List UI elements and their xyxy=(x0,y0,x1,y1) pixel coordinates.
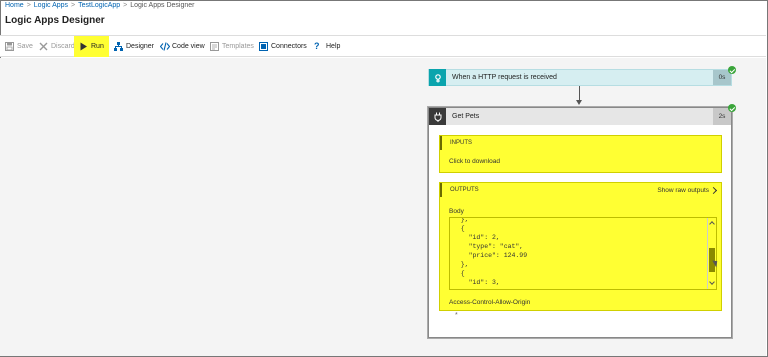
save-button[interactable]: Save xyxy=(5,36,33,56)
header-label-acao: Access-Control-Allow-Origin xyxy=(449,299,531,306)
breadcrumb-separator: > xyxy=(123,2,128,9)
trigger-title: When a HTTP request is received xyxy=(452,74,557,81)
scroll-up-icon[interactable] xyxy=(709,221,715,227)
breadcrumb-current: Logic Apps Designer xyxy=(130,2,195,9)
scroll-down-icon[interactable] xyxy=(709,279,715,285)
breadcrumb-logic-apps[interactable]: Logic Apps xyxy=(34,2,68,9)
designer-button[interactable]: Designer xyxy=(114,36,154,56)
inputs-section: INPUTS Click to download xyxy=(439,135,722,173)
connectors-button[interactable]: Connectors xyxy=(259,36,307,56)
designer-label: Designer xyxy=(126,42,155,50)
trigger-card[interactable]: When a HTTP request is received 0s xyxy=(428,69,732,86)
inputs-header: INPUTS xyxy=(440,136,721,150)
plug-icon xyxy=(429,108,446,125)
run-button[interactable]: Run xyxy=(74,36,109,57)
help-label: Help xyxy=(326,42,341,50)
page-title: Logic Apps Designer xyxy=(5,15,105,26)
breadcrumb-home[interactable]: Home xyxy=(5,2,24,9)
code-icon xyxy=(159,41,171,51)
discard-label: Discard xyxy=(51,42,75,50)
action-success-icon xyxy=(728,104,736,112)
templates-label: Templates xyxy=(222,42,254,50)
code-view-button[interactable]: Code view xyxy=(159,36,205,56)
action-header[interactable]: Get Pets 2s xyxy=(429,108,731,125)
help-icon: ? xyxy=(314,40,320,51)
action-title: Get Pets xyxy=(452,113,480,120)
breadcrumb-testlogicapp[interactable]: TestLogicApp xyxy=(78,2,120,9)
discard-button[interactable]: Discard xyxy=(39,36,75,56)
header-value-acao: * xyxy=(455,312,458,319)
templates-icon xyxy=(210,41,219,51)
connectors-icon xyxy=(259,41,268,51)
body-code: }, { "id": 2, "type": "cat", "price": 12… xyxy=(460,217,528,286)
breadcrumb-separator: > xyxy=(71,2,76,9)
help-button[interactable]: ? Help xyxy=(314,36,340,56)
show-raw-outputs-link[interactable]: Show raw outputs xyxy=(657,187,709,194)
toolbar: Save Discard Run Designer Code view Temp… xyxy=(0,35,766,57)
templates-button[interactable]: Templates xyxy=(210,36,254,56)
save-label: Save xyxy=(17,42,33,50)
connectors-label: Connectors xyxy=(271,42,307,50)
trigger-success-icon xyxy=(728,66,736,74)
run-label: Run xyxy=(91,43,104,50)
code-scrollbar[interactable] xyxy=(707,218,716,289)
play-icon xyxy=(79,42,88,51)
action-card-get-pets: Get Pets 2s INPUTS Click to download OUT… xyxy=(428,107,732,338)
http-request-icon xyxy=(429,69,446,86)
body-label: Body xyxy=(449,208,464,215)
breadcrumb: Home > Logic Apps > TestLogicApp > Logic Apps … xyxy=(5,2,194,9)
breadcrumb-separator: > xyxy=(26,2,31,9)
code-view-label: Code view xyxy=(172,42,205,50)
flow-arrow-icon xyxy=(576,100,582,105)
close-icon xyxy=(39,42,48,51)
designer-icon xyxy=(114,41,123,51)
inputs-download-link[interactable]: Click to download xyxy=(449,158,500,165)
outputs-section: OUTPUTS Show raw outputs Body }, { "id":… xyxy=(439,182,722,311)
save-icon xyxy=(5,41,14,51)
body-code-box[interactable]: }, { "id": 2, "type": "cat", "price": 12… xyxy=(449,217,717,290)
